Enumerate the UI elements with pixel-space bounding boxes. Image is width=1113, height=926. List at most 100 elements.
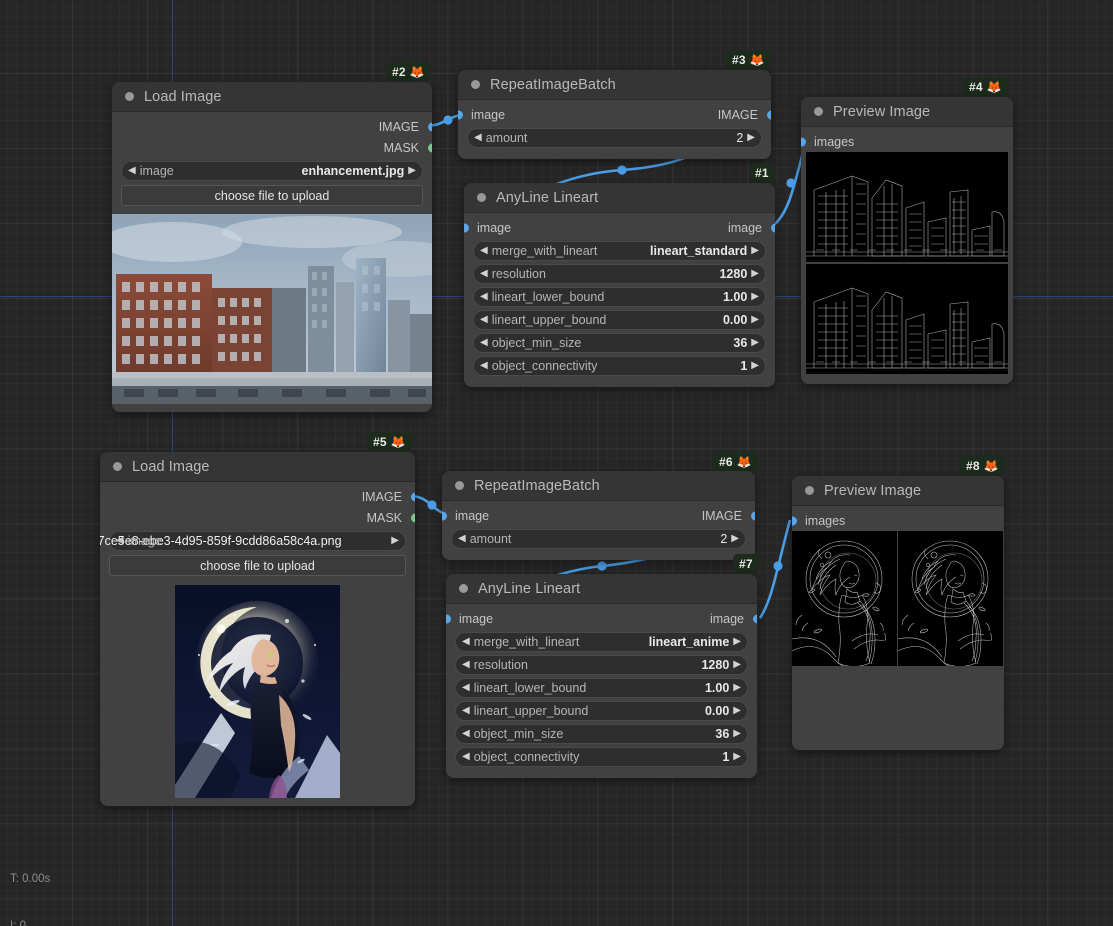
widget-amount[interactable]: ◀ amount 2 ▶: [451, 529, 746, 549]
widget-object-min-size[interactable]: ◀ object_min_size 36 ▶: [473, 333, 766, 353]
arrow-left-icon[interactable]: ◀: [480, 361, 488, 371]
arrow-right-icon[interactable]: ▶: [733, 706, 741, 716]
node-badge-4[interactable]: #4 🦊: [963, 77, 1008, 96]
slot-row-image[interactable]: image IMAGE: [442, 505, 755, 526]
node-title-bar[interactable]: Preview Image: [792, 476, 1004, 506]
arrow-right-icon[interactable]: ▶: [747, 133, 755, 143]
input-port-dot[interactable]: [446, 614, 451, 623]
node-image-preview[interactable]: [112, 208, 432, 404]
collapse-dot-icon[interactable]: [459, 584, 468, 593]
widget-lineart-lower-bound[interactable]: ◀ lineart_lower_bound 1.00 ▶: [473, 287, 766, 307]
node-badge-6[interactable]: #6 🦊: [713, 452, 758, 471]
widget-object-connectivity[interactable]: ◀ object_connectivity 1 ▶: [473, 356, 766, 376]
arrow-right-icon[interactable]: ▶: [751, 338, 759, 348]
node-title-bar[interactable]: Load Image: [100, 452, 415, 482]
arrow-left-icon[interactable]: ◀: [462, 706, 470, 716]
arrow-left-icon[interactable]: ◀: [480, 292, 488, 302]
arrow-right-icon[interactable]: ▶: [733, 637, 741, 647]
choose-file-to-upload-button[interactable]: choose file to upload: [109, 555, 406, 576]
output-port-dot[interactable]: [753, 614, 758, 623]
arrow-left-icon[interactable]: ◀: [462, 729, 470, 739]
node-preview-image-4[interactable]: Preview Image images: [801, 97, 1013, 384]
node-title-bar[interactable]: Load Image: [112, 82, 432, 112]
arrow-right-icon[interactable]: ▶: [751, 292, 759, 302]
arrow-right-icon[interactable]: ▶: [733, 660, 741, 670]
node-repeat-image-batch-6[interactable]: RepeatImageBatch image IMAGE ◀ amount 2 …: [442, 471, 755, 560]
arrow-left-icon[interactable]: ◀: [480, 315, 488, 325]
node-title-bar[interactable]: AnyLine Lineart: [446, 574, 757, 604]
slot-row-images[interactable]: images: [801, 131, 1013, 152]
widget-merge-with-lineart[interactable]: ◀ merge_with_lineart lineart_standard ▶: [473, 241, 766, 261]
arrow-left-icon[interactable]: ◀: [480, 338, 488, 348]
arrow-left-icon[interactable]: ◀: [462, 752, 470, 762]
widget-resolution[interactable]: ◀ resolution 1280 ▶: [473, 264, 766, 284]
slot-row-image[interactable]: image image: [464, 217, 775, 238]
output-port-dot[interactable]: [771, 223, 776, 232]
input-port-dot[interactable]: [792, 516, 797, 525]
arrow-left-icon[interactable]: ◀: [462, 637, 470, 647]
widget-image[interactable]: ◀ image 299120366-b17ce5e8-ebe3-4d95-859…: [109, 531, 406, 551]
node-badge-1[interactable]: #1: [749, 163, 775, 182]
node-preview-area[interactable]: [801, 152, 1013, 374]
node-badge-8[interactable]: #8 🦊: [960, 456, 1005, 475]
collapse-dot-icon[interactable]: [805, 486, 814, 495]
collapse-dot-icon[interactable]: [471, 80, 480, 89]
collapse-dot-icon[interactable]: [113, 462, 122, 471]
collapse-dot-icon[interactable]: [814, 107, 823, 116]
arrow-right-icon[interactable]: ▶: [408, 166, 416, 176]
arrow-left-icon[interactable]: ◀: [462, 660, 470, 670]
node-anyline-lineart-7[interactable]: AnyLine Lineart image image ◀ merge_with…: [446, 574, 757, 778]
collapse-dot-icon[interactable]: [125, 92, 134, 101]
arrow-left-icon[interactable]: ◀: [474, 133, 482, 143]
widget-merge-with-lineart[interactable]: ◀ merge_with_lineart lineart_anime ▶: [455, 632, 748, 652]
arrow-left-icon[interactable]: ◀: [128, 166, 136, 176]
output-port-dot[interactable]: [428, 122, 433, 131]
input-port-dot[interactable]: [442, 511, 447, 520]
arrow-right-icon[interactable]: ▶: [391, 536, 399, 546]
choose-file-to-upload-button[interactable]: choose file to upload: [121, 185, 423, 206]
slot-row-image[interactable]: image IMAGE: [458, 104, 771, 125]
arrow-left-icon[interactable]: ◀: [462, 683, 470, 693]
output-port-dot[interactable]: [751, 511, 756, 520]
output-slot-mask[interactable]: MASK: [100, 507, 415, 528]
node-image-preview[interactable]: [100, 578, 415, 798]
output-port-dot[interactable]: [411, 513, 416, 522]
slot-row-images[interactable]: images: [792, 510, 1004, 531]
widget-image[interactable]: ◀ image enhancement.jpg ▶: [121, 161, 423, 181]
output-slot-image[interactable]: IMAGE: [112, 116, 432, 137]
arrow-right-icon[interactable]: ▶: [733, 752, 741, 762]
arrow-right-icon[interactable]: ▶: [733, 683, 741, 693]
collapse-dot-icon[interactable]: [477, 193, 486, 202]
input-port-dot[interactable]: [464, 223, 469, 232]
arrow-right-icon[interactable]: ▶: [731, 534, 739, 544]
arrow-left-icon[interactable]: ◀: [116, 536, 124, 546]
arrow-right-icon[interactable]: ▶: [751, 361, 759, 371]
arrow-right-icon[interactable]: ▶: [751, 246, 759, 256]
output-port-dot[interactable]: [767, 110, 772, 119]
output-slot-mask[interactable]: MASK: [112, 137, 432, 158]
widget-lineart-upper-bound[interactable]: ◀ lineart_upper_bound 0.00 ▶: [455, 701, 748, 721]
output-port-dot[interactable]: [428, 143, 433, 152]
arrow-left-icon[interactable]: ◀: [480, 246, 488, 256]
node-title-bar[interactable]: RepeatImageBatch: [458, 70, 771, 100]
node-load-image-2[interactable]: Load Image IMAGE MASK ◀ image enhancemen…: [112, 82, 432, 412]
node-badge-3[interactable]: #3 🦊: [726, 50, 771, 69]
node-repeat-image-batch-3[interactable]: RepeatImageBatch image IMAGE ◀ amount 2 …: [458, 70, 771, 159]
arrow-left-icon[interactable]: ◀: [480, 269, 488, 279]
widget-object-connectivity[interactable]: ◀ object_connectivity 1 ▶: [455, 747, 748, 767]
node-badge-5[interactable]: #5 🦊: [367, 432, 412, 451]
input-port-dot[interactable]: [458, 110, 463, 119]
arrow-left-icon[interactable]: ◀: [458, 534, 466, 544]
node-title-bar[interactable]: RepeatImageBatch: [442, 471, 755, 501]
arrow-right-icon[interactable]: ▶: [751, 269, 759, 279]
arrow-right-icon[interactable]: ▶: [733, 729, 741, 739]
widget-lineart-lower-bound[interactable]: ◀ lineart_lower_bound 1.00 ▶: [455, 678, 748, 698]
node-graph-canvas[interactable]: #2 🦊 Load Image IMAGE MASK ◀ image enhan…: [0, 0, 1113, 926]
output-slot-image[interactable]: IMAGE: [100, 486, 415, 507]
node-title-bar[interactable]: Preview Image: [801, 97, 1013, 127]
node-preview-image-8[interactable]: Preview Image images: [792, 476, 1004, 750]
node-badge-2[interactable]: #2 🦊: [386, 62, 431, 81]
input-port-dot[interactable]: [801, 137, 806, 146]
node-title-bar[interactable]: AnyLine Lineart: [464, 183, 775, 213]
widget-lineart-upper-bound[interactable]: ◀ lineart_upper_bound 0.00 ▶: [473, 310, 766, 330]
